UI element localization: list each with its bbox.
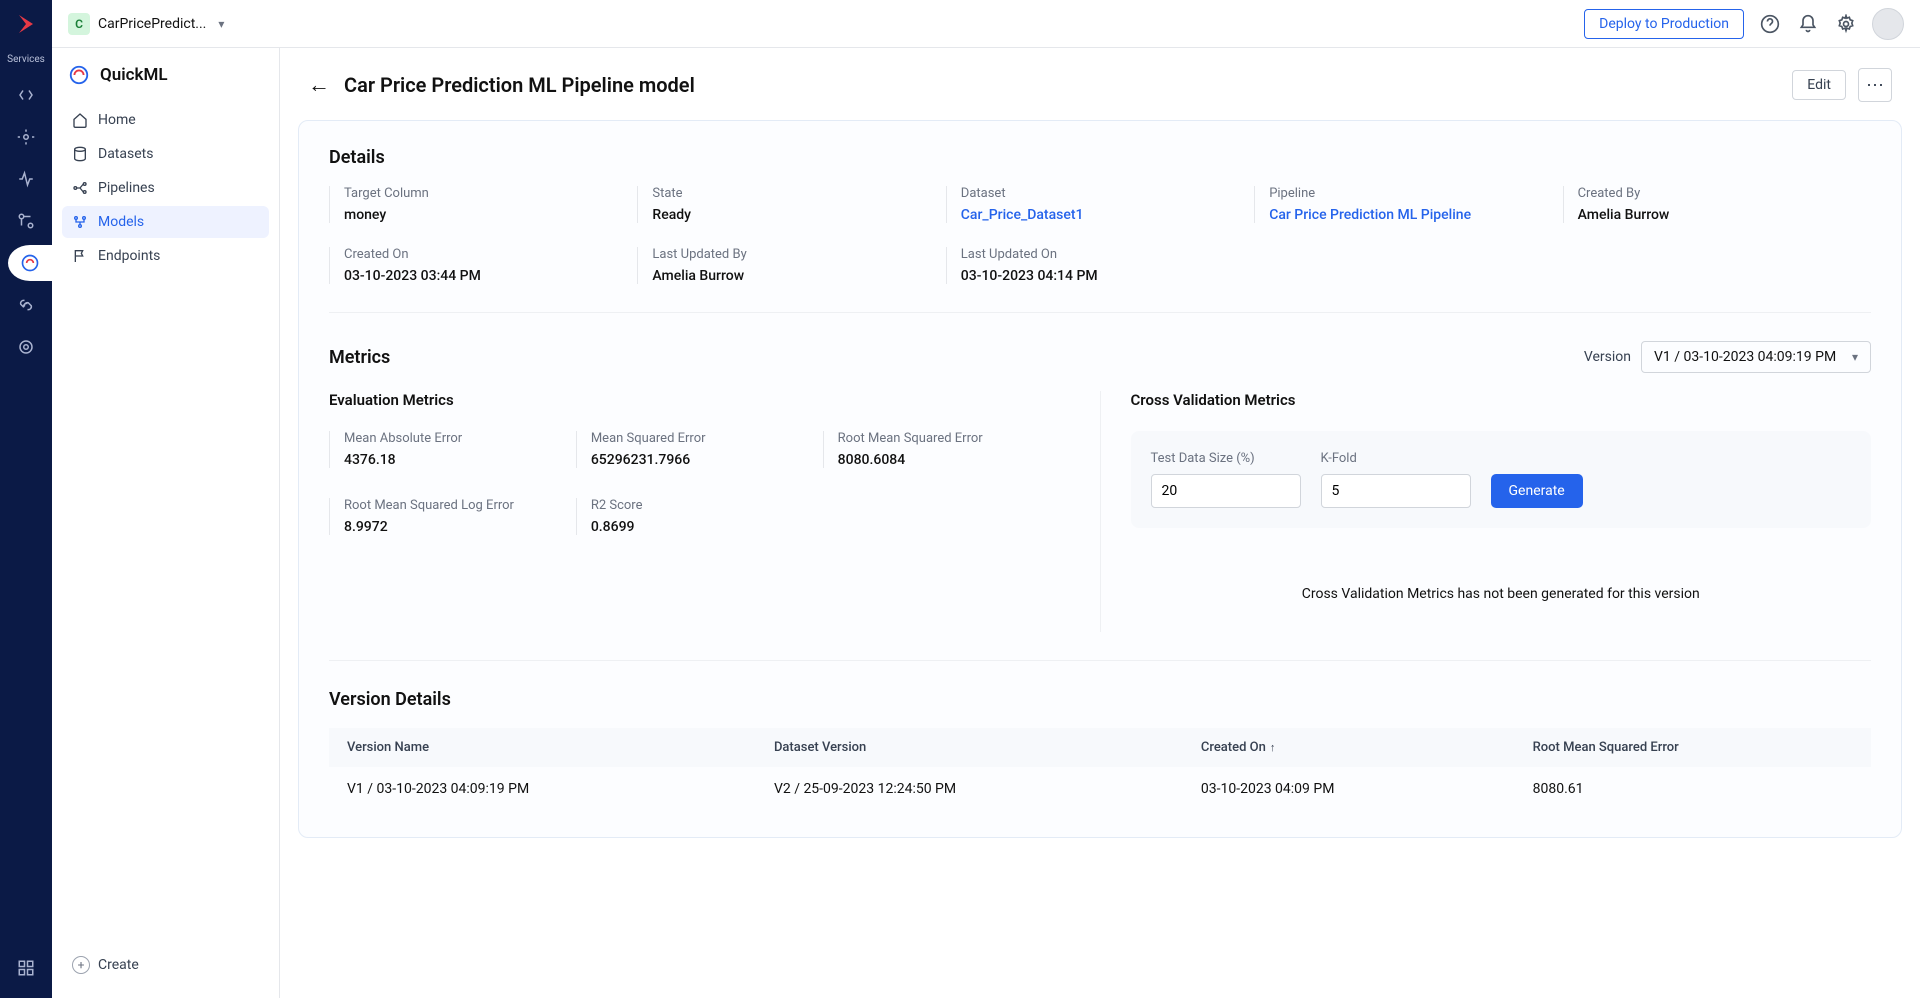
detail-state: StateReady <box>637 186 945 223</box>
edit-button[interactable]: Edit <box>1792 70 1846 100</box>
metric-r2: R2 Score0.8699 <box>576 498 823 535</box>
sidebar-title: QuickML <box>62 64 269 86</box>
rail-item-4[interactable] <box>8 203 44 239</box>
col-dataset-version[interactable]: Dataset Version <box>756 728 1183 767</box>
sidebar: QuickML Home Datasets Pipelines Models <box>52 48 280 998</box>
detail-last-updated-by: Last Updated ByAmelia Burrow <box>637 247 945 284</box>
quickml-icon <box>68 64 90 86</box>
services-rail: Services <box>0 0 52 998</box>
table-row[interactable]: V1 / 03-10-2023 04:09:19 PM V2 / 25-09-2… <box>329 767 1871 811</box>
topbar: C CarPricePredict... ▾ Deploy to Product… <box>52 0 1920 48</box>
page-header: ← Car Price Prediction ML Pipeline model… <box>280 48 1920 120</box>
detail-target-column: Target Columnmoney <box>329 186 637 223</box>
models-icon <box>72 214 88 230</box>
deploy-button[interactable]: Deploy to Production <box>1584 9 1744 39</box>
cv-kfold-input[interactable] <box>1321 474 1471 508</box>
versions-table: Version Name Dataset Version Created On↑… <box>329 728 1871 811</box>
sidebar-item-label: Home <box>98 112 136 128</box>
sidebar-item-home[interactable]: Home <box>62 104 269 136</box>
sidebar-item-label: Pipelines <box>98 180 155 196</box>
sidebar-item-label: Models <box>98 214 144 230</box>
help-icon[interactable] <box>1758 12 1782 36</box>
plus-icon: + <box>72 956 90 974</box>
avatar[interactable] <box>1872 8 1904 40</box>
generate-button[interactable]: Generate <box>1491 474 1583 508</box>
rail-item-2[interactable] <box>8 119 44 155</box>
project-selector[interactable]: C CarPricePredict... ▾ <box>68 13 224 35</box>
sidebar-item-datasets[interactable]: Datasets <box>62 138 269 170</box>
detail-created-on: Created On03-10-2023 03:44 PM <box>329 247 637 284</box>
dataset-link[interactable]: Car_Price_Dataset1 <box>961 207 1254 223</box>
rail-item-1[interactable] <box>8 77 44 113</box>
bell-icon[interactable] <box>1796 12 1820 36</box>
back-arrow-icon[interactable]: ← <box>308 72 330 98</box>
cv-empty-message: Cross Validation Metrics has not been ge… <box>1131 556 1872 632</box>
cv-form: Test Data Size (%) K-Fold Generate <box>1131 431 1872 528</box>
sidebar-item-models[interactable]: Models <box>62 206 269 238</box>
sidebar-item-endpoints[interactable]: Endpoints <box>62 240 269 272</box>
sidebar-item-label: Datasets <box>98 146 153 162</box>
versions-title: Version Details <box>329 689 1871 710</box>
rail-item-6[interactable] <box>8 287 44 323</box>
chevron-down-icon: ▾ <box>1852 350 1858 364</box>
metric-rmsle: Root Mean Squared Log Error8.9972 <box>329 498 576 535</box>
metric-mae: Mean Absolute Error4376.18 <box>329 431 576 468</box>
create-button[interactable]: + Create <box>62 948 269 982</box>
version-select[interactable]: V1 / 03-10-2023 04:09:19 PM ▾ <box>1641 341 1871 373</box>
cv-test-input[interactable] <box>1151 474 1301 508</box>
version-label: Version <box>1584 349 1631 365</box>
metrics-title: Metrics <box>329 347 390 368</box>
brand-logo-icon <box>12 10 40 38</box>
detail-dataset: DatasetCar_Price_Dataset1 <box>946 186 1254 223</box>
home-icon <box>72 112 88 128</box>
detail-last-updated-on: Last Updated On03-10-2023 04:14 PM <box>946 247 1254 284</box>
cv-test-label: Test Data Size (%) <box>1151 451 1301 466</box>
pipeline-link[interactable]: Car Price Prediction ML Pipeline <box>1269 207 1562 223</box>
detail-created-by: Created ByAmelia Burrow <box>1563 186 1871 223</box>
project-badge: C <box>68 13 90 35</box>
gear-icon[interactable] <box>1834 12 1858 36</box>
col-version-name[interactable]: Version Name <box>329 728 756 767</box>
eval-title: Evaluation Metrics <box>329 391 1070 409</box>
rail-item-3[interactable] <box>8 161 44 197</box>
database-icon <box>72 146 88 162</box>
sort-up-icon: ↑ <box>1270 741 1276 754</box>
pipeline-icon <box>72 180 88 196</box>
rail-item-7[interactable] <box>8 329 44 365</box>
metric-mse: Mean Squared Error65296231.7966 <box>576 431 823 468</box>
rail-apps-icon[interactable] <box>8 950 44 986</box>
divider <box>329 312 1871 313</box>
evaluation-metrics: Evaluation Metrics Mean Absolute Error43… <box>329 391 1100 632</box>
content: ← Car Price Prediction ML Pipeline model… <box>280 48 1920 998</box>
details-card: Details Target Columnmoney StateReady Da… <box>298 120 1902 838</box>
rail-item-quickml[interactable] <box>8 245 52 281</box>
chevron-down-icon: ▾ <box>218 17 224 31</box>
more-button[interactable]: ⋯ <box>1858 68 1892 102</box>
sidebar-item-label: Endpoints <box>98 248 160 264</box>
cross-validation: Cross Validation Metrics Test Data Size … <box>1100 391 1872 632</box>
flag-icon <box>72 248 88 264</box>
detail-pipeline: PipelineCar Price Prediction ML Pipeline <box>1254 186 1562 223</box>
services-label: Services <box>7 54 45 65</box>
sidebar-item-pipelines[interactable]: Pipelines <box>62 172 269 204</box>
details-title: Details <box>329 147 1871 168</box>
divider <box>329 660 1871 661</box>
col-created-on[interactable]: Created On↑ <box>1183 728 1515 767</box>
metric-rmse: Root Mean Squared Error8080.6084 <box>823 431 1070 468</box>
cv-title: Cross Validation Metrics <box>1131 391 1872 409</box>
project-name: CarPricePredict... <box>98 16 206 32</box>
cv-kfold-label: K-Fold <box>1321 451 1471 466</box>
col-rmse[interactable]: Root Mean Squared Error <box>1515 728 1871 767</box>
page-title: Car Price Prediction ML Pipeline model <box>344 73 695 97</box>
